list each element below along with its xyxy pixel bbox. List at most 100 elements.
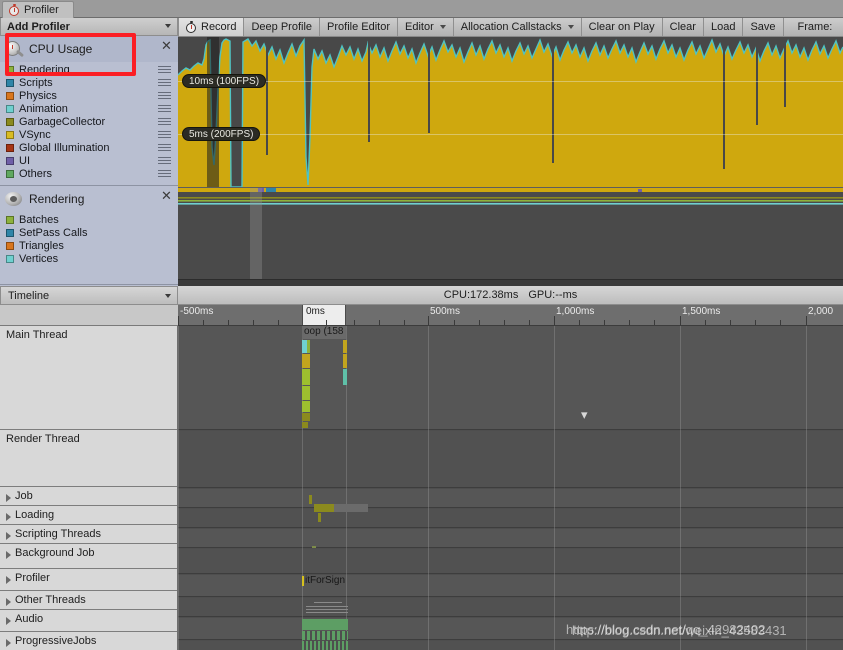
timeline-ruler[interactable]: -500ms 500ms 1,000ms 1,500ms 2,000 0ms xyxy=(178,305,843,326)
legend-item[interactable]: VSync xyxy=(0,128,178,141)
chart-selection-bar[interactable] xyxy=(178,279,843,286)
timeline-sample[interactable] xyxy=(307,340,310,353)
current-frame-marker[interactable] xyxy=(250,188,262,286)
timeline-sample[interactable] xyxy=(343,354,347,368)
legend-item[interactable]: Physics xyxy=(0,89,178,102)
timeline-band-job[interactable] xyxy=(178,489,843,508)
timeline-sample[interactable] xyxy=(302,354,310,368)
expand-triangle-icon[interactable] xyxy=(6,494,11,502)
module-rendering[interactable]: Rendering ✕ Batches SetPass Calls Triang… xyxy=(0,186,178,285)
legend-item[interactable]: Vertices xyxy=(0,252,178,265)
profile-editor-button[interactable]: Profile Editor xyxy=(320,18,398,36)
expand-triangle-icon[interactable] xyxy=(6,617,11,625)
expand-triangle-icon[interactable] xyxy=(6,551,11,559)
save-button[interactable]: Save xyxy=(743,18,784,36)
frame-value[interactable]: Curre xyxy=(839,18,843,36)
legend-item[interactable]: Rendering xyxy=(0,63,178,76)
thread-row-job[interactable]: Job xyxy=(0,487,177,506)
timeline-sample[interactable] xyxy=(302,369,310,385)
drag-handle-icon[interactable] xyxy=(158,131,171,138)
thread-row-background-job[interactable]: Background Job xyxy=(0,544,177,569)
timeline-band-other-threads[interactable] xyxy=(178,598,843,617)
timeline-sample[interactable] xyxy=(302,386,310,400)
drag-handle-icon[interactable] xyxy=(158,92,171,99)
timeline-band-background-job[interactable] xyxy=(178,549,843,574)
current-frame-marker[interactable] xyxy=(207,37,219,187)
cpu-usage-chart[interactable]: 10ms (100FPS) 5ms (200FPS) xyxy=(178,37,843,187)
clear-button[interactable]: Clear xyxy=(662,18,704,36)
drag-handle-icon[interactable] xyxy=(158,105,171,112)
main-thread-sample-label[interactable]: oop (158 xyxy=(302,326,346,339)
load-button[interactable]: Load xyxy=(703,18,744,36)
record-button[interactable]: Record xyxy=(178,18,245,36)
expand-triangle-icon[interactable] xyxy=(6,576,11,584)
close-icon[interactable]: ✕ xyxy=(161,189,172,202)
legend-item[interactable]: Global Illumination xyxy=(0,141,178,154)
collapse-chevron-icon[interactable]: ▾ xyxy=(581,408,588,421)
timeline-sample[interactable] xyxy=(309,495,312,504)
thread-row-profiler[interactable]: Profiler xyxy=(0,569,177,591)
timeline-canvas[interactable]: oop (158 ▾ itForSign xyxy=(178,326,843,650)
timeline-band-profiler[interactable] xyxy=(178,575,843,597)
rendering-chart[interactable] xyxy=(178,187,843,286)
timeline-sample[interactable] xyxy=(318,513,321,522)
legend-item[interactable]: UI xyxy=(0,154,178,167)
drag-handle-icon[interactable] xyxy=(158,157,171,164)
thread-row-progressivejobs[interactable]: ProgressiveJobs xyxy=(0,632,177,650)
timeline-sample-group[interactable] xyxy=(302,631,348,640)
timeline-sample[interactable] xyxy=(343,340,347,353)
editor-target-dropdown[interactable]: Editor xyxy=(398,18,454,36)
timeline-sample[interactable] xyxy=(302,619,348,630)
legend-item[interactable]: Batches xyxy=(0,213,178,226)
timeline-band-loading[interactable] xyxy=(178,509,843,528)
module-cpu-usage-header[interactable]: CPU Usage ✕ xyxy=(0,36,178,62)
legend-swatch xyxy=(6,156,14,165)
thread-row-main-thread[interactable]: Main Thread xyxy=(0,326,177,430)
legend-item[interactable]: Others xyxy=(0,167,178,180)
deep-profile-button[interactable]: Deep Profile xyxy=(244,18,321,36)
add-profiler-dropdown[interactable]: Add Profiler xyxy=(0,18,178,36)
module-rendering-header[interactable]: Rendering ✕ xyxy=(0,186,178,212)
profiler-sample-label[interactable]: itForSign xyxy=(305,575,345,586)
timeline-band-progressivejobs[interactable] xyxy=(178,641,843,650)
legend-item[interactable]: GarbageCollector xyxy=(0,115,178,128)
legend-item[interactable]: Triangles xyxy=(0,239,178,252)
timeline-band-scripting-threads[interactable] xyxy=(178,529,843,548)
drag-handle-icon[interactable] xyxy=(158,118,171,125)
timeline-band-render-thread[interactable] xyxy=(178,431,843,488)
expand-triangle-icon[interactable] xyxy=(6,532,11,540)
drag-handle-icon[interactable] xyxy=(158,144,171,151)
timeline-sample[interactable] xyxy=(302,422,308,428)
clear-on-play-button[interactable]: Clear on Play xyxy=(581,18,663,36)
close-icon[interactable]: ✕ xyxy=(161,39,172,52)
timeline-sample[interactable] xyxy=(343,369,347,385)
legend-item[interactable]: SetPass Calls xyxy=(0,226,178,239)
drag-handle-icon[interactable] xyxy=(158,66,171,73)
thread-row-render-thread[interactable]: Render Thread xyxy=(0,430,177,487)
expand-triangle-icon[interactable] xyxy=(6,513,11,521)
thread-row-other-threads[interactable]: Other Threads xyxy=(0,591,177,610)
legend-item[interactable]: Scripts xyxy=(0,76,178,89)
timeline-sample[interactable] xyxy=(302,413,310,421)
ruler-current-frame-block[interactable]: 0ms xyxy=(302,305,346,325)
module-cpu-usage[interactable]: CPU Usage ✕ Rendering Scripts Physics An… xyxy=(0,36,178,186)
legend-item[interactable]: Animation xyxy=(0,102,178,115)
timeline-sample[interactable] xyxy=(302,401,310,412)
thread-label: Main Thread xyxy=(6,329,68,341)
timeline-sample[interactable] xyxy=(312,546,316,548)
thread-row-loading[interactable]: Loading xyxy=(0,506,177,525)
thread-row-audio[interactable]: Audio xyxy=(0,610,177,632)
expand-triangle-icon[interactable] xyxy=(6,598,11,606)
timeline-sample-group[interactable] xyxy=(302,641,348,650)
tab-profiler[interactable]: Profiler xyxy=(2,1,74,18)
timeline-sample[interactable] xyxy=(314,504,334,512)
allocation-callstacks-dropdown[interactable]: Allocation Callstacks xyxy=(453,18,582,36)
drag-handle-icon[interactable] xyxy=(158,79,171,86)
drag-handle-icon[interactable] xyxy=(158,170,171,177)
timeline-sample[interactable] xyxy=(334,504,368,512)
thread-row-scripting-threads[interactable]: Scripting Threads xyxy=(0,525,177,544)
timeline-band-main-thread[interactable] xyxy=(178,326,843,430)
expand-triangle-icon[interactable] xyxy=(6,639,11,647)
view-mode-dropdown[interactable]: Timeline xyxy=(0,286,178,305)
timeline-sample[interactable] xyxy=(302,576,304,586)
